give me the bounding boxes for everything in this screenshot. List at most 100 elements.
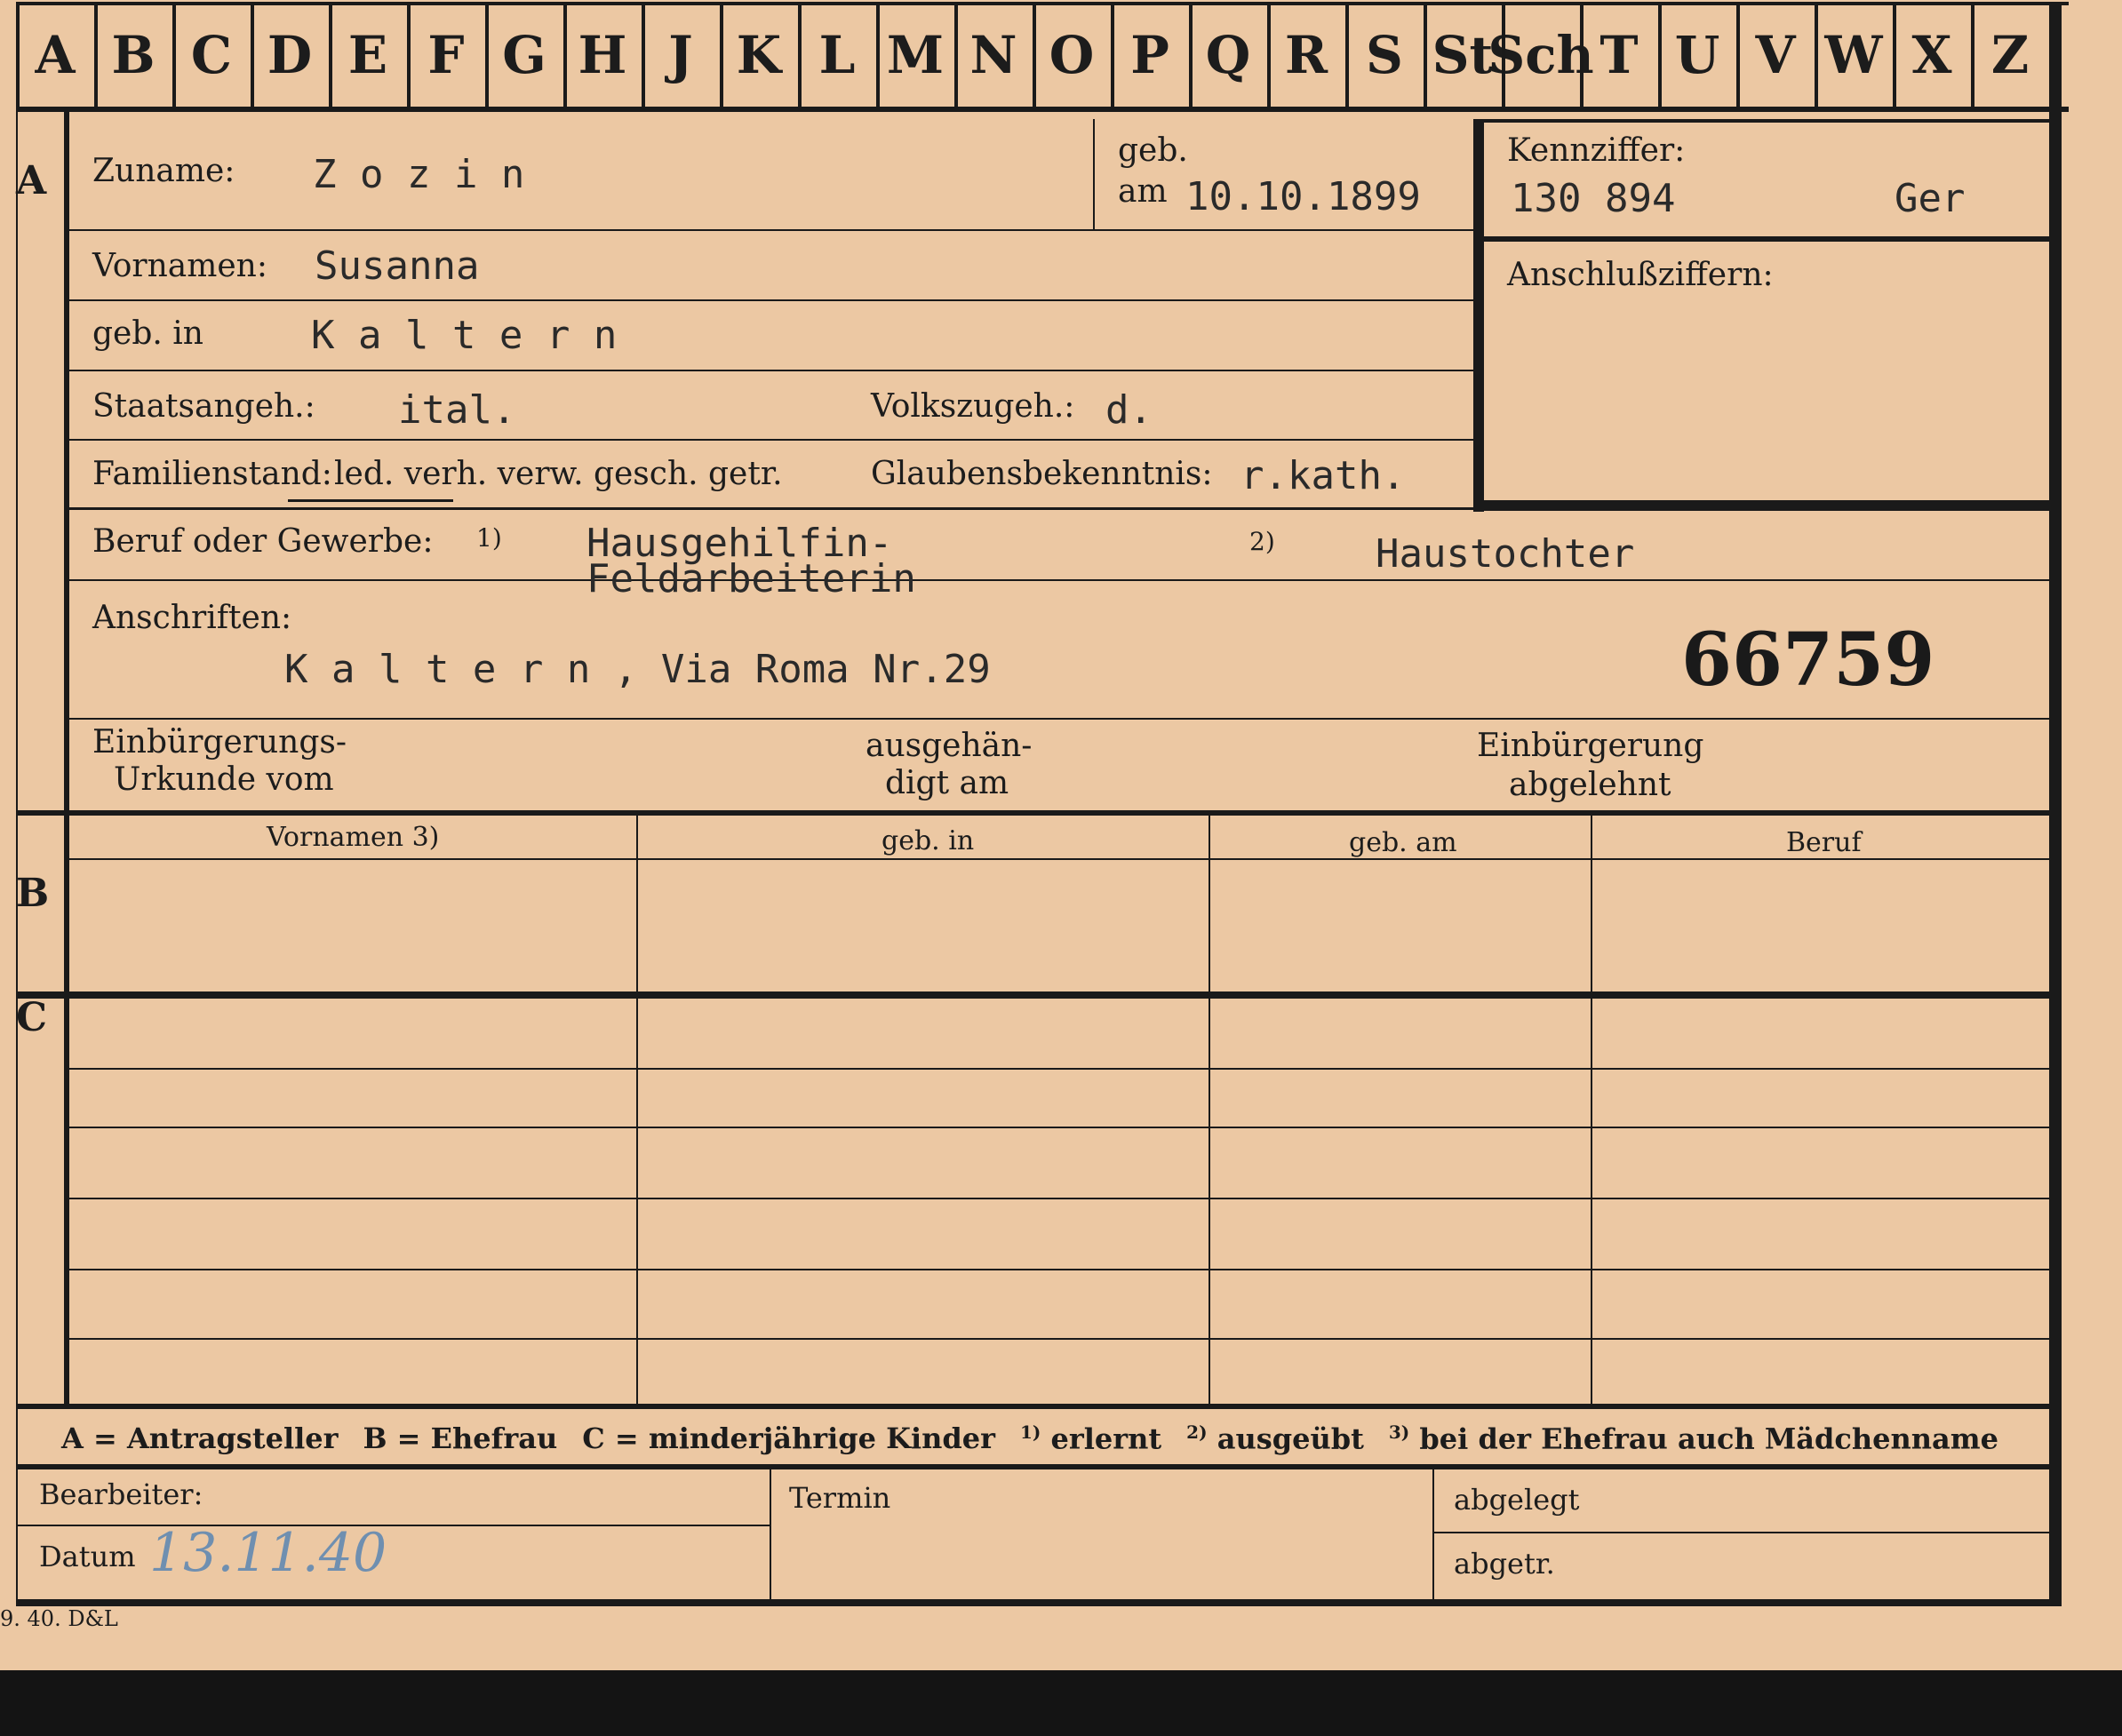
children-row-line-5 — [69, 1338, 2049, 1340]
religion-label: Glaubensbekenntnis: — [871, 456, 1213, 492]
tab-divider — [485, 2, 489, 112]
birth-date-divider — [1093, 119, 1095, 229]
row-line-2 — [69, 299, 1473, 301]
birthplace-value: K a l t e r n — [311, 313, 618, 358]
tab-divider — [798, 2, 802, 112]
table-col-divider-2 — [1209, 816, 1210, 1406]
kennziffer-label: Kennziffer: — [1507, 132, 1686, 169]
tab-divider — [16, 2, 20, 112]
alphabet-tab: P — [1130, 25, 1169, 85]
kennziffer-box-top — [1484, 119, 2049, 123]
marital-status-underline — [288, 499, 453, 502]
legend-note-1: erlernt — [1050, 1421, 1162, 1456]
rejected-label-line1: Einbürgerung — [1477, 728, 1704, 764]
occupation-label: Beruf oder Gewerbe: — [92, 523, 434, 560]
occupation-note-2: 2) — [1249, 527, 1275, 556]
card-left-edge — [16, 112, 18, 1606]
tab-divider — [1424, 2, 1427, 112]
marital-status-options: led. verh. verw. gesch. getr. — [334, 456, 783, 492]
children-row-line-1 — [69, 1068, 2049, 1070]
section-c-label: C — [16, 995, 48, 1040]
row-line-7 — [69, 718, 2049, 720]
alphabet-tab: Sch — [1488, 25, 1594, 85]
section-b-bottom-border — [16, 991, 2049, 999]
tab-divider — [251, 2, 254, 112]
section-a-label: A — [16, 158, 47, 203]
alphabet-tab: R — [1284, 25, 1328, 85]
alphabet-tab: U — [1674, 25, 1720, 85]
tab-divider — [563, 2, 567, 112]
citizenship-label: Staatsangeh.: — [92, 388, 315, 425]
alphabet-tab: E — [347, 25, 388, 85]
legend-note-3-wrap: 3) bei der Ehefrau auch Mädchenname — [1388, 1421, 1998, 1456]
section-column-divider — [64, 112, 69, 1406]
occupation-value-2: Haustochter — [1376, 531, 1635, 577]
col-header-birthdate: geb. am — [1349, 827, 1457, 858]
alphabet-tab: S — [1366, 25, 1403, 85]
birth-date-value: 10.10.1899 — [1185, 174, 1421, 219]
col-header-firstname: Vornamen 3) — [267, 822, 440, 853]
print-code: 9. 40. D&L — [0, 1606, 118, 1631]
datum-label: Datum — [39, 1540, 136, 1573]
birthplace-label: geb. in — [92, 315, 203, 352]
tab-divider — [1580, 2, 1584, 112]
tab-divider — [1815, 2, 1818, 112]
footer-divider-2 — [1432, 1469, 1434, 1599]
children-row-line-3 — [69, 1198, 2049, 1199]
tab-divider — [1345, 2, 1349, 112]
legend-note-1-wrap: 1) erlernt — [1020, 1421, 1162, 1456]
tab-divider — [1267, 2, 1271, 112]
alphabet-tab: Q — [1205, 25, 1251, 85]
kennziffer-box-bottom — [1484, 500, 2049, 511]
index-card: A B C D E F G H J K L M N O P Q R S St Sch T U V W X Z A B C Zuna… — [0, 0, 2122, 1670]
alphabet-tab: O — [1049, 25, 1095, 85]
tab-divider — [954, 2, 958, 112]
termin-label: Termin — [789, 1481, 891, 1515]
bearbeiter-label: Bearbeiter: — [39, 1477, 203, 1511]
alphabet-tab: J — [668, 25, 693, 85]
anschlussziffern-label: Anschlußziffern: — [1507, 257, 1774, 293]
alphabet-tab: H — [578, 25, 627, 85]
legend-c: C = minderjährige Kinder — [582, 1421, 995, 1455]
tab-divider — [1893, 2, 1896, 112]
handed-over-label-line1: ausgehän- — [866, 728, 1033, 764]
card-right-frame — [2049, 2, 2062, 1606]
col-header-birthplace: geb. in — [882, 825, 975, 856]
col-header-occupation: Beruf — [1786, 827, 1862, 858]
row-line-4 — [69, 439, 1473, 441]
table-col-divider-1 — [636, 816, 638, 1406]
citizenship-value: ital. — [398, 387, 516, 433]
tab-divider — [642, 2, 645, 112]
kennziffer-code: Ger — [1895, 176, 1966, 221]
alphabet-tab: M — [886, 25, 945, 85]
handed-over-label-line2: digt am — [885, 765, 1009, 801]
address-value: K a l t e r n , Via Roma Nr.29 — [284, 647, 991, 692]
section-a-bottom-border — [16, 810, 2049, 816]
birth-date-label-line2: am — [1118, 173, 1168, 210]
tab-divider — [329, 2, 332, 112]
alphabet-tab: L — [818, 25, 856, 85]
birth-date-label-line1: geb. — [1118, 132, 1188, 169]
legend-b: B = Ehefrau — [363, 1421, 558, 1455]
alphabet-tab: K — [736, 25, 782, 85]
legend-a: A = Antragsteller — [61, 1421, 339, 1455]
naturalization-label-line1: Einbürgerungs- — [92, 724, 347, 760]
alphabet-tab: V — [1755, 25, 1796, 85]
children-row-line-4 — [69, 1269, 2049, 1270]
ethnicity-label: Volkszugeh.: — [871, 388, 1075, 425]
footer-left-mid-line — [16, 1525, 770, 1526]
legend-note-2: ausgeübt — [1217, 1421, 1364, 1456]
footer-divider-1 — [770, 1469, 771, 1599]
kennziffer-box-mid — [1484, 236, 2049, 242]
abgelegt-label: abgelegt — [1454, 1483, 1580, 1517]
tab-divider — [1658, 2, 1662, 112]
alphabet-tab: Z — [1990, 25, 2030, 85]
tab-divider — [1736, 2, 1740, 112]
rejected-label-line2: abgelehnt — [1509, 767, 1671, 803]
alphabet-tab: F — [427, 25, 465, 85]
scan-background-band — [0, 1670, 2122, 1736]
tab-divider — [1971, 2, 1974, 112]
firstname-value: Susanna — [315, 243, 480, 289]
table-header-line — [69, 858, 2049, 860]
alphabet-tab: D — [267, 25, 313, 85]
